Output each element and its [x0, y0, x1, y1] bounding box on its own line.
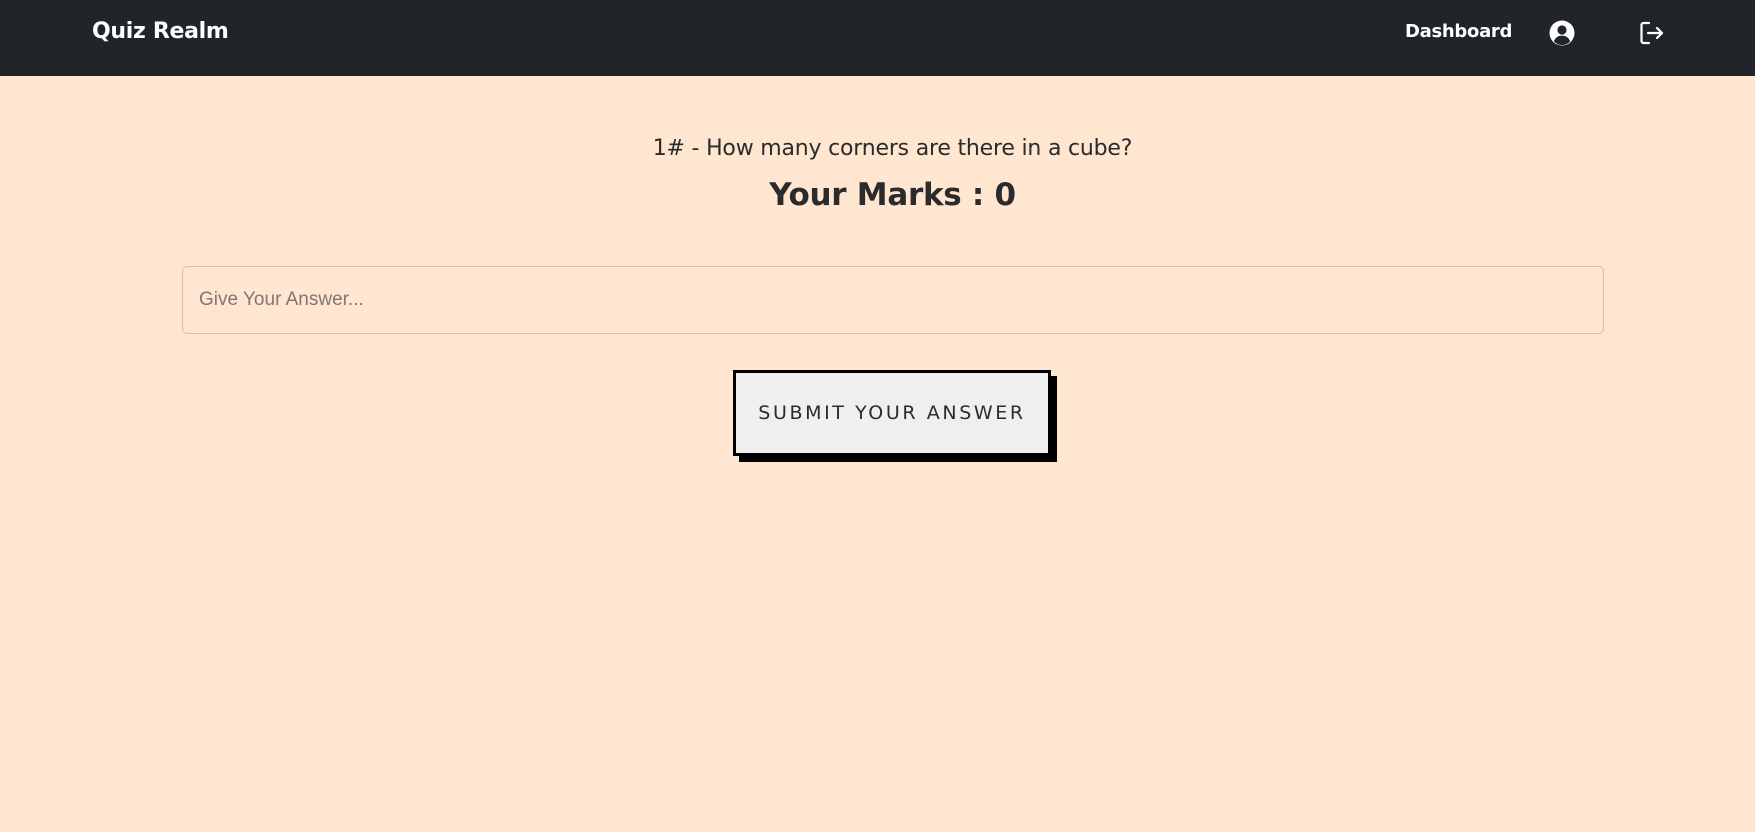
user-circle-icon: [1549, 20, 1575, 46]
profile-button[interactable]: [1547, 18, 1577, 48]
dashboard-link[interactable]: Dashboard: [1405, 19, 1512, 45]
question-text: 1# - How many corners are there in a cub…: [652, 136, 1133, 161]
brand-logo-link[interactable]: Quiz Realm: [92, 18, 229, 46]
logout-icon: [1640, 21, 1664, 45]
logout-button[interactable]: [1637, 18, 1667, 48]
submit-answer-button[interactable]: SUBMIT YOUR ANSWER: [733, 370, 1051, 456]
answer-input[interactable]: [182, 266, 1604, 334]
top-navbar: Quiz Realm Dashboard: [0, 0, 1755, 76]
marks-display: Your Marks : 0: [769, 177, 1016, 213]
